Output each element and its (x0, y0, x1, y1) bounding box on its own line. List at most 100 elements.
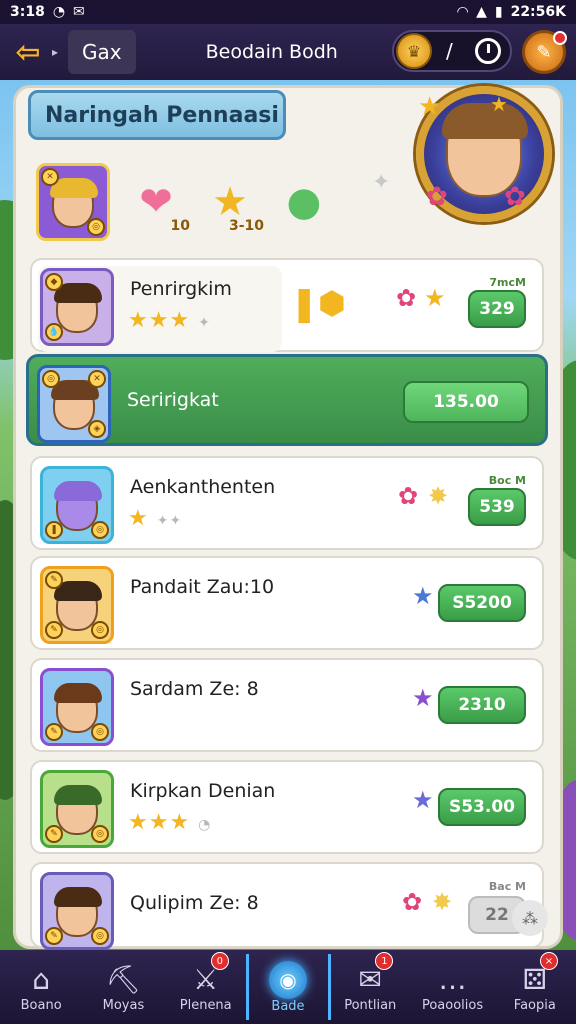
key-icon: ❚ (290, 284, 319, 324)
row-mini-label: Boc M (488, 474, 526, 487)
list-item[interactable]: ✎ ◎ Qulipim Ze: 8 ✿ ✸ Bac M 22 (30, 862, 544, 950)
pet-icon[interactable]: ❤ 10 (128, 174, 190, 234)
row-name: Qulipim Ze: 8 (130, 892, 259, 914)
corner-badge-icon: ✎ (45, 927, 63, 945)
corner-badge-icon: ✕ (41, 168, 59, 186)
list-item-selected[interactable]: ◎ ✕ ◈ Seririgkat 卌 135.00 (26, 354, 548, 446)
list-item[interactable]: ✎ ◎ Sardam Ze: 8 ★ 2310 (30, 658, 544, 752)
corner-badge-icon: ✎ (45, 621, 63, 639)
hero-portrait: ◎ ✕ ◈ (37, 365, 111, 443)
corner-badge-icon: 💧 (45, 323, 63, 341)
flower-icon: ✿ (504, 182, 526, 212)
star-icon: ★ (418, 92, 442, 122)
sync-icon: ✉ (73, 4, 85, 20)
buy-button[interactable]: 539 (468, 488, 526, 526)
list-item[interactable]: ◆ 💧 Penrirgkim ★★★ ✦ ❚ ⬢ ✿ ★ 7mcM 329 (30, 258, 544, 352)
notification-icon: ◔ (52, 4, 66, 20)
frog-icon[interactable]: ● (276, 174, 332, 230)
nav-label: Moyas (102, 997, 145, 1013)
row-name: Penrirgkim (130, 278, 232, 300)
hero-face (54, 283, 102, 333)
stars-value: ★★★ (128, 308, 191, 333)
crown-coin-icon: ♛ (396, 33, 432, 69)
buy-button[interactable]: 135.00 (403, 381, 529, 423)
star-icon: ✸ (432, 888, 453, 916)
flower-icon: ✿ (398, 482, 419, 510)
row-mini-label: 7mcM (489, 276, 526, 289)
timer-icon[interactable] (474, 38, 501, 64)
row-name: Aenkanthenten (130, 476, 276, 498)
frog-glyph: ● (286, 179, 322, 225)
panel-heading: Naringah Pennaasi (28, 90, 286, 140)
hero-portrait: ◆ 💧 (40, 268, 114, 346)
currency-pill[interactable]: ♛ / (392, 30, 512, 72)
row-name: Kirpkan Denian (130, 780, 276, 802)
rating-stars: ★★★ ✦ (128, 308, 211, 333)
notification-badge: 1 (375, 952, 394, 970)
corner-badge-icon: ◎ (91, 723, 109, 741)
corner-badge-icon: ◎ (91, 825, 109, 843)
chat-bubble-icon: ◔ (198, 817, 212, 833)
nav-item-home[interactable]: ⌂ Boano (0, 950, 82, 1024)
tab-chip[interactable]: Gax (68, 30, 136, 74)
home-icon: ⌂ (32, 962, 51, 996)
buy-button[interactable]: 329 (468, 290, 526, 328)
buy-button[interactable]: S5200 (438, 584, 526, 622)
pet-glyph: ❤ (139, 179, 173, 225)
nav-label: Poaoolios (421, 997, 484, 1013)
profile-avatar-button[interactable]: ✎ (522, 30, 567, 74)
buy-button[interactable]: S53.00 (438, 788, 526, 826)
share-icon[interactable]: ✦ (372, 170, 390, 195)
signal-icon: ▲ (476, 4, 487, 20)
corner-badge-icon: ✕ (88, 370, 106, 388)
nav-label: Pontlian (344, 997, 397, 1013)
list-item[interactable]: ❚ ◎ Aenkanthenten ★ ✦✦ ✿ ✸ Boc M 539 (30, 456, 544, 550)
nav-item-bag[interactable]: ⛏ Moyas (82, 950, 164, 1024)
featured-row: ✕ ◎ ❤ 10 ★ 3-10 ● (36, 162, 416, 242)
buy-button[interactable]: 2310 (438, 686, 526, 724)
bottom-nav: ⌂ Boano ⛏ Moyas ⚔ Plenena 0 ◉ Bade ✉ Pon… (0, 950, 576, 1024)
corner-badge-icon: ◎ (91, 927, 109, 945)
star-empty-icon: ✦✦ (156, 513, 183, 529)
nav-label: Boano (20, 997, 62, 1013)
nav-item-bade[interactable]: ◉ Bade (247, 950, 329, 1024)
featured-hero-portrait[interactable]: ✕ ◎ (36, 163, 110, 241)
flower-icon: ✿ (396, 284, 417, 312)
star-icon[interactable]: ★ 3-10 (202, 174, 264, 234)
hero-portrait: ✎ ◎ (40, 668, 114, 746)
back-arrow-icon[interactable]: ⇦ (8, 32, 48, 72)
stars-value: ★ (128, 506, 149, 531)
gem-icon: ⬢ (318, 284, 346, 322)
nav-label: Plenena (179, 997, 232, 1013)
orb-icon: ◉ (268, 960, 307, 999)
star-icon: ✸ (428, 482, 449, 510)
corner-badge-icon: ❚ (45, 521, 63, 539)
notification-badge (553, 31, 567, 45)
feather-icon: ✎ (536, 41, 552, 63)
nav-item-battle[interactable]: ⚔ Plenena 0 (165, 950, 247, 1024)
scroll-more-icon[interactable]: ⁂ (512, 900, 548, 936)
nav-item-mail[interactable]: ✉ Pontlian 1 (329, 950, 411, 1024)
nav-item-dice[interactable]: ⚄ Faopia × (494, 950, 576, 1024)
active-tab-divider (328, 954, 331, 1020)
reward-count: 3-10 (228, 218, 264, 234)
star-empty-icon: ✦ (198, 315, 211, 331)
battery-icon: ▮ (494, 4, 503, 20)
flower-icon: ✿ (426, 182, 448, 212)
star-icon: ★ (424, 284, 446, 312)
list-item[interactable]: ✎ ✎ ◎ Pandait Zau:10 ★ S5200 (30, 556, 544, 650)
active-tab-divider (246, 954, 249, 1020)
row-name: Sardam Ze: 8 (130, 678, 259, 700)
list-item[interactable]: ✎ ◎ Kirpkan Denian ★★★ ◔ ★ S53.00 (30, 760, 544, 854)
hero-portrait: ❚ ◎ (40, 466, 114, 544)
dropdown-dot-icon[interactable]: ▸ (52, 45, 58, 59)
nav-item-chat[interactable]: … Poaoolios (411, 950, 493, 1024)
hero-portrait: ✎ ◎ (40, 872, 114, 950)
rating-stars: ★ ✦✦ (128, 506, 182, 531)
row-name: Seririgkat (127, 389, 219, 411)
currency-separator: / (446, 39, 453, 63)
row-mini-label: Bac M (488, 880, 526, 893)
chat-icon: … (438, 962, 467, 996)
corner-badge-icon: ◎ (91, 521, 109, 539)
status-time-right: 22:56K (510, 4, 566, 20)
